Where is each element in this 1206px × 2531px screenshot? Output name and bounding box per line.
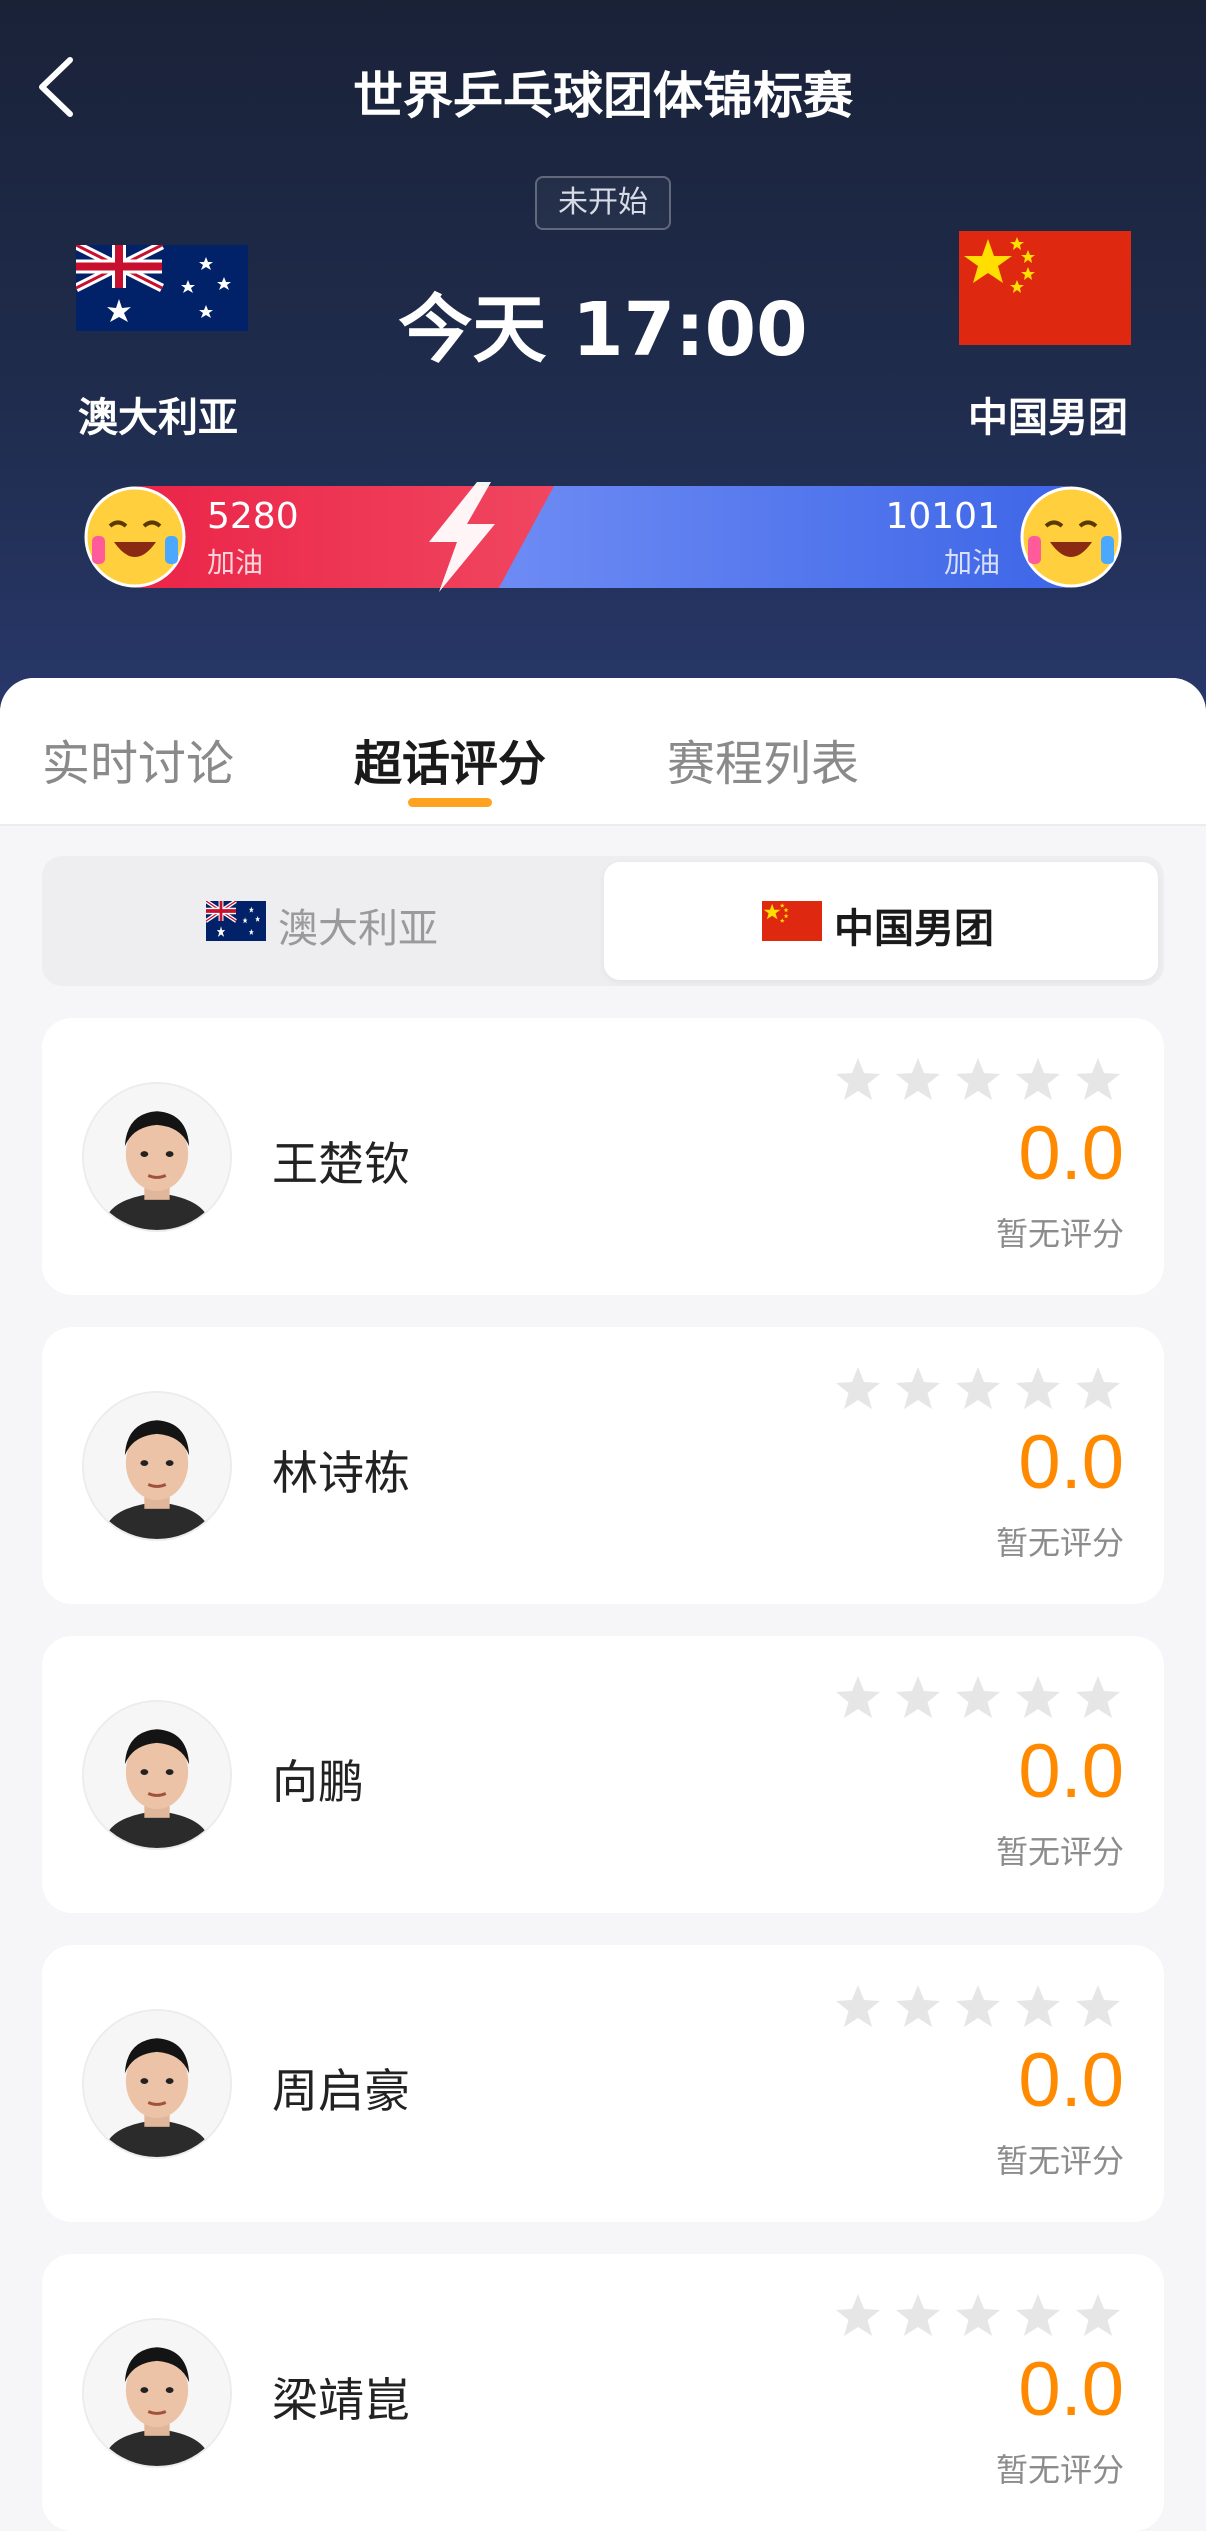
player-card[interactable]: 周启豪 0.0 暂无评分 xyxy=(42,1945,1164,2222)
team-switch-china[interactable]: 中国男团 xyxy=(604,862,1158,980)
star-icon[interactable] xyxy=(954,1365,1002,1413)
cheer-emoji-left-icon[interactable] xyxy=(84,486,186,588)
player-name: 向鹏 xyxy=(272,1755,364,1809)
player-score: 0.0 xyxy=(1018,1420,1124,1505)
player-card[interactable]: 王楚钦 0.0 暂无评分 xyxy=(42,1018,1164,1295)
team-switch-china-label: 中国男团 xyxy=(834,906,994,952)
player-avatar xyxy=(82,1700,232,1850)
australia-flag-icon xyxy=(76,245,248,331)
rating-stars[interactable] xyxy=(834,1983,1134,2031)
tab-active-indicator xyxy=(408,798,492,807)
star-icon[interactable] xyxy=(1014,1056,1062,1104)
player-card[interactable]: 林诗栋 0.0 暂无评分 xyxy=(42,1327,1164,1604)
support-bar: 5280 加油 10101 加油 xyxy=(84,482,1122,592)
support-count-right: 10101 xyxy=(885,496,1000,537)
star-icon[interactable] xyxy=(954,2292,1002,2340)
player-card[interactable]: 向鹏 0.0 暂无评分 xyxy=(42,1636,1164,1913)
star-icon[interactable] xyxy=(894,2292,942,2340)
star-icon[interactable] xyxy=(1074,1983,1122,2031)
player-score: 0.0 xyxy=(1018,2038,1124,2123)
player-avatar xyxy=(82,2318,232,2468)
star-icon[interactable] xyxy=(834,1674,882,1722)
player-avatar xyxy=(82,1391,232,1541)
star-icon[interactable] xyxy=(1074,1056,1122,1104)
no-rating-label: 暂无评分 xyxy=(995,1524,1124,1562)
star-icon[interactable] xyxy=(834,1056,882,1104)
no-rating-label: 暂无评分 xyxy=(995,2451,1124,2489)
rating-stars[interactable] xyxy=(834,1674,1134,1722)
player-name: 周启豪 xyxy=(272,2064,410,2118)
tab-rating[interactable]: 超话评分 xyxy=(354,724,546,794)
match-header: 世界乒乓球团体锦标赛 未开始 今天 17:00 澳大利亚 中国男团 5280 加… xyxy=(0,0,1206,720)
tab-bar: 实时讨论 超话评分 赛程列表 xyxy=(0,678,1206,826)
team-right-name: 中国男团 xyxy=(968,395,1128,441)
cheer-emoji-right-icon[interactable] xyxy=(1020,486,1122,588)
player-avatar xyxy=(82,1082,232,1232)
star-icon[interactable] xyxy=(954,1056,1002,1104)
rating-stars[interactable] xyxy=(834,2292,1134,2340)
lightning-icon xyxy=(429,482,495,592)
star-icon[interactable] xyxy=(954,1983,1002,2031)
team-left-name: 澳大利亚 xyxy=(78,395,238,441)
support-count-left: 5280 xyxy=(207,496,299,537)
support-bar-right xyxy=(489,486,1112,588)
star-icon[interactable] xyxy=(894,1674,942,1722)
player-card[interactable]: 梁靖崑 0.0 暂无评分 xyxy=(42,2254,1164,2531)
star-icon[interactable] xyxy=(1014,1674,1062,1722)
player-name: 王楚钦 xyxy=(272,1137,410,1191)
cheer-label-right: 加油 xyxy=(943,546,1000,579)
star-icon[interactable] xyxy=(834,1983,882,2031)
player-name: 梁靖崑 xyxy=(272,2373,410,2427)
star-icon[interactable] xyxy=(1014,2292,1062,2340)
star-icon[interactable] xyxy=(1014,1365,1062,1413)
status-badge: 未开始 xyxy=(535,176,671,230)
australia-flag-icon xyxy=(206,901,266,941)
no-rating-label: 暂无评分 xyxy=(995,1215,1124,1253)
player-score: 0.0 xyxy=(1018,1729,1124,1814)
star-icon[interactable] xyxy=(894,1365,942,1413)
rating-stars[interactable] xyxy=(834,1056,1134,1104)
team-switch-australia[interactable]: 澳大利亚 xyxy=(42,856,602,986)
player-score: 0.0 xyxy=(1018,2347,1124,2432)
star-icon[interactable] xyxy=(954,1674,1002,1722)
star-icon[interactable] xyxy=(894,1056,942,1104)
tab-schedule[interactable]: 赛程列表 xyxy=(667,724,859,794)
star-icon[interactable] xyxy=(894,1983,942,2031)
china-flag-icon xyxy=(959,231,1131,345)
star-icon[interactable] xyxy=(1014,1983,1062,2031)
player-score: 0.0 xyxy=(1018,1111,1124,1196)
team-switch-australia-label: 澳大利亚 xyxy=(278,906,438,952)
tab-live-discussion[interactable]: 实时讨论 xyxy=(42,724,234,794)
star-icon[interactable] xyxy=(834,2292,882,2340)
player-name: 林诗栋 xyxy=(272,1446,410,1500)
cheer-label-left: 加油 xyxy=(207,546,264,579)
star-icon[interactable] xyxy=(834,1365,882,1413)
player-avatar xyxy=(82,2009,232,2159)
star-icon[interactable] xyxy=(1074,1365,1122,1413)
rating-stars[interactable] xyxy=(834,1365,1134,1413)
star-icon[interactable] xyxy=(1074,2292,1122,2340)
team-switch: 澳大利亚 中国男团 xyxy=(42,856,1164,986)
no-rating-label: 暂无评分 xyxy=(995,2142,1124,2180)
no-rating-label: 暂无评分 xyxy=(995,1833,1124,1871)
content-panel: 实时讨论 超话评分 赛程列表 澳大利亚 中国男团 王楚钦 0.0 暂无评分 林诗… xyxy=(0,678,1206,2531)
page-title: 世界乒乓球团体锦标赛 xyxy=(353,67,853,125)
star-icon[interactable] xyxy=(1074,1674,1122,1722)
china-flag-icon xyxy=(762,901,822,941)
